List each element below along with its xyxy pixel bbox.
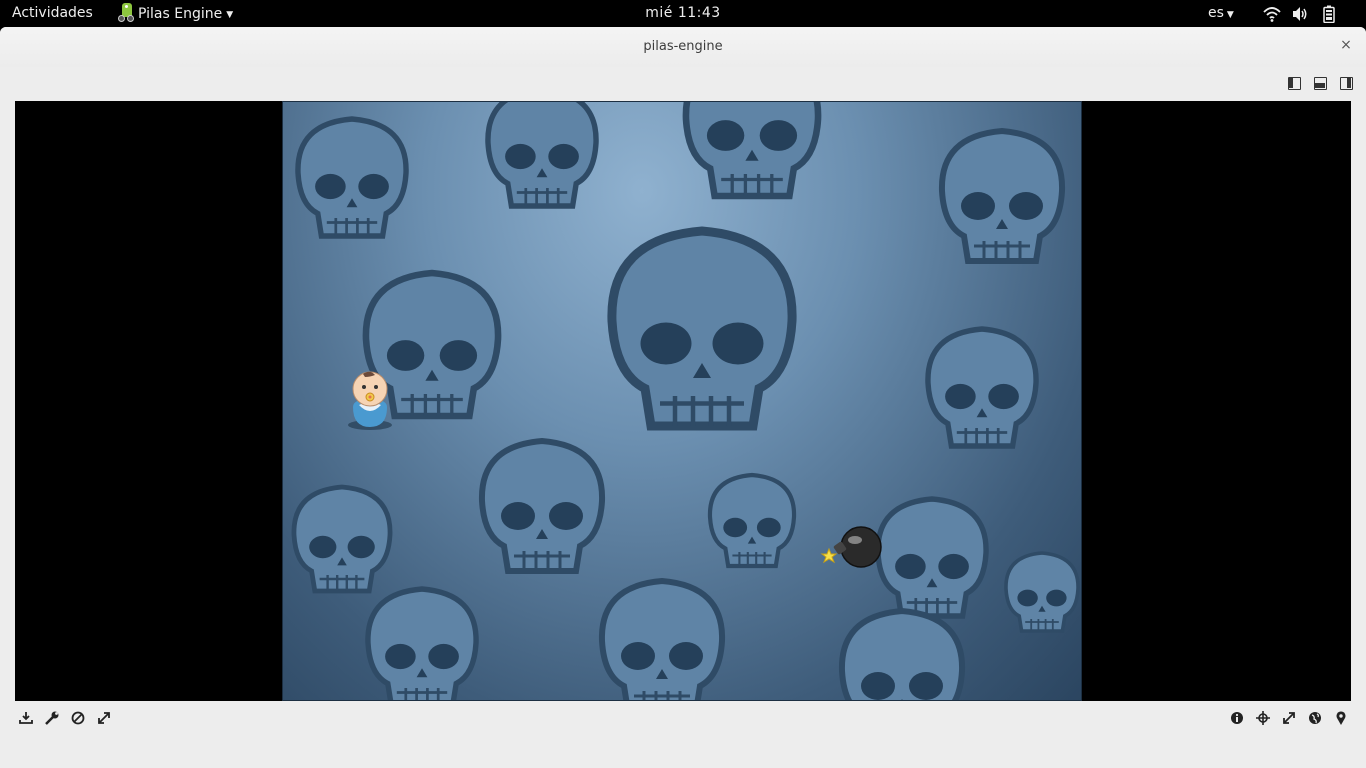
wrench-button[interactable] (43, 710, 61, 726)
title-bar[interactable]: pilas-engine × (0, 27, 1366, 67)
close-button[interactable]: × (1338, 37, 1354, 55)
pilas-engine-app-icon (118, 1, 136, 23)
wifi-icon[interactable] (1263, 5, 1281, 23)
game-canvas[interactable] (15, 101, 1351, 701)
app-menu[interactable]: Pilas Engine ▼ (118, 3, 234, 23)
language-selector[interactable]: es ▼ (1208, 5, 1234, 21)
layout-bottom-pane-button[interactable] (1314, 77, 1327, 90)
crosshair-button[interactable] (1254, 710, 1272, 726)
save-button[interactable] (17, 710, 35, 726)
crosshair-icon (1256, 711, 1270, 725)
skulls-background-image (282, 101, 1082, 701)
app-window: pilas-engine × (0, 27, 1366, 768)
layout-left-pane-button[interactable] (1288, 77, 1301, 90)
wrench-icon (45, 711, 59, 725)
expand-button[interactable] (95, 710, 113, 726)
disable-icon (71, 711, 85, 725)
location-pin-icon (1336, 711, 1346, 725)
battery-icon[interactable] (1320, 5, 1338, 23)
fullscreen-icon (1283, 712, 1295, 724)
chevron-down-icon: ▼ (226, 10, 234, 20)
save-icon (19, 712, 33, 724)
layout-right-pane-icon (1347, 78, 1351, 88)
expand-icon (98, 712, 110, 724)
bomb-actor[interactable] (819, 521, 885, 573)
location-pin-button[interactable] (1332, 710, 1350, 726)
globe-button[interactable] (1306, 710, 1324, 726)
top-bar: Actividades Pilas Engine ▼ mié 11:43 es ▼ (0, 0, 1366, 27)
baby-actor[interactable] (345, 369, 395, 431)
layout-bottom-pane-icon (1315, 83, 1325, 88)
fullscreen-button[interactable] (1280, 710, 1298, 726)
chevron-down-icon: ▼ (1226, 10, 1234, 20)
game-stage[interactable] (282, 101, 1082, 701)
layout-right-pane-button[interactable] (1340, 77, 1353, 90)
volume-icon[interactable] (1291, 5, 1309, 23)
disable-button[interactable] (69, 710, 87, 726)
language-label: es (1208, 5, 1224, 21)
info-button[interactable] (1228, 710, 1246, 726)
info-icon (1231, 712, 1243, 724)
app-menu-label: Pilas Engine (138, 6, 223, 22)
globe-icon (1309, 712, 1321, 724)
window-title: pilas-engine (643, 39, 723, 54)
layout-left-pane-icon (1289, 78, 1293, 88)
clock-label[interactable]: mié 11:43 (645, 5, 720, 21)
activities-button[interactable]: Actividades (12, 5, 93, 21)
